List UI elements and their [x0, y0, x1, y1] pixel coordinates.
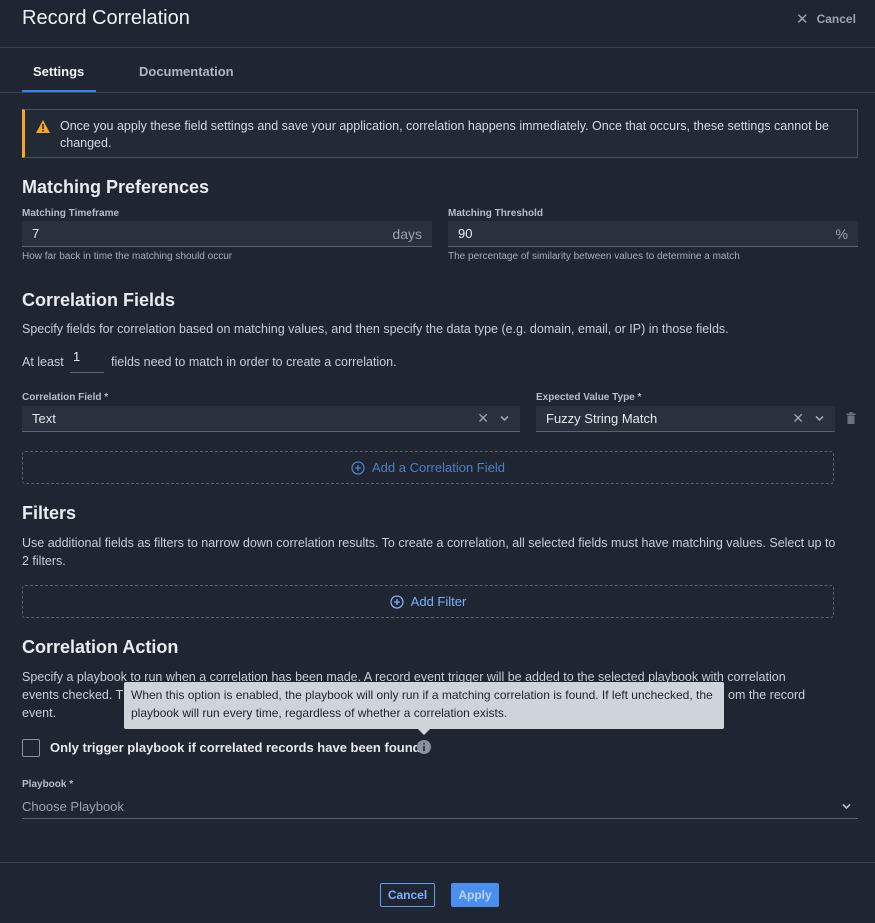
- correlation-field-value: Text: [32, 411, 56, 426]
- tab-settings[interactable]: Settings: [33, 64, 84, 79]
- chevron-down-icon: [842, 803, 851, 810]
- warning-banner: Once you apply these field settings and …: [22, 109, 858, 158]
- chevron-down-icon[interactable]: [814, 413, 825, 424]
- only-trigger-checkbox[interactable]: [22, 739, 40, 757]
- add-filter-button[interactable]: Add Filter: [22, 585, 834, 618]
- correlation-field-label: Correlation Field *: [22, 392, 109, 403]
- header-divider: [0, 47, 875, 48]
- only-trigger-label: Only trigger playbook if correlated reco…: [50, 740, 425, 755]
- filters-title: Filters: [22, 503, 77, 523]
- tabs-divider: [0, 92, 875, 93]
- apply-button[interactable]: Apply: [451, 883, 499, 907]
- matching-timeframe-unit: days: [392, 225, 422, 242]
- playbook-placeholder: Choose Playbook: [22, 799, 124, 814]
- close-button-label: Cancel: [816, 12, 856, 26]
- add-filter-label: Add Filter: [410, 594, 467, 609]
- close-button[interactable]: ✕ Cancel: [796, 10, 856, 28]
- expected-value-type-value: Fuzzy String Match: [546, 411, 658, 426]
- correlation-fields-description: Specify fields for correlation based on …: [22, 322, 729, 336]
- trash-icon[interactable]: [846, 412, 856, 424]
- matching-threshold-input[interactable]: 90 %: [448, 221, 858, 247]
- expected-value-type-select[interactable]: Fuzzy String Match ✕: [536, 406, 835, 432]
- matching-preferences-title: Matching Preferences: [22, 177, 210, 197]
- chevron-down-icon[interactable]: [499, 413, 510, 424]
- warning-text: Once you apply these field settings and …: [60, 119, 829, 150]
- cancel-button[interactable]: Cancel: [380, 883, 435, 907]
- tooltip-arrow: [418, 729, 430, 735]
- playbook-label: Playbook *: [22, 779, 74, 790]
- tab-documentation[interactable]: Documentation: [139, 64, 234, 79]
- min-matching-fields-input[interactable]: 1: [70, 349, 104, 373]
- info-tooltip: When this option is enabled, the playboo…: [124, 682, 724, 729]
- plus-circle-icon: [390, 594, 404, 609]
- matching-timeframe-value: 7: [32, 226, 40, 241]
- correlation-fields-title: Correlation Fields: [22, 290, 176, 310]
- correlation-action-line3: event.: [22, 706, 57, 720]
- add-correlation-field-button[interactable]: Add a Correlation Field: [22, 451, 834, 484]
- playbook-select[interactable]: Choose Playbook: [22, 795, 858, 819]
- clear-icon[interactable]: ✕: [477, 410, 489, 427]
- matching-threshold-unit: %: [835, 225, 848, 242]
- correlation-field-select[interactable]: Text ✕: [22, 406, 520, 432]
- plus-circle-icon: [351, 460, 365, 475]
- warning-icon: [36, 120, 50, 133]
- matching-timeframe-hint: How far back in time the matching should…: [22, 251, 233, 262]
- at-least-suffix: fields need to match in order to create …: [111, 355, 397, 369]
- matching-timeframe-label: Matching Timeframe: [22, 208, 120, 219]
- close-icon: ✕: [796, 11, 809, 28]
- matching-threshold-label: Matching Threshold: [448, 208, 543, 219]
- matching-timeframe-input[interactable]: 7 days: [22, 221, 432, 247]
- info-icon[interactable]: [417, 740, 431, 754]
- matching-threshold-value: 90: [458, 226, 473, 241]
- dialog-title: Record Correlation: [22, 7, 190, 29]
- correlation-action-title: Correlation Action: [22, 637, 179, 657]
- at-least-prefix: At least: [22, 355, 64, 369]
- correlation-action-line2-start: events checked. T: [22, 688, 124, 702]
- expected-value-type-label: Expected Value Type *: [536, 392, 642, 403]
- footer-divider: [0, 862, 875, 863]
- correlation-action-line2-end: om the record: [728, 688, 806, 702]
- matching-threshold-hint: The percentage of similarity between val…: [448, 251, 740, 262]
- add-correlation-field-label: Add a Correlation Field: [372, 460, 505, 475]
- clear-icon[interactable]: ✕: [792, 410, 804, 427]
- filters-description: Use additional fields as filters to narr…: [22, 536, 836, 568]
